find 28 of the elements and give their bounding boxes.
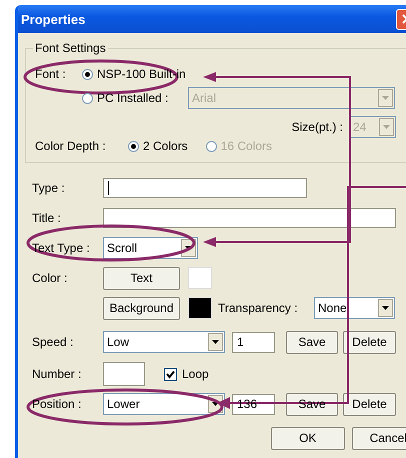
group-title: Font Settings bbox=[34, 41, 107, 55]
loop-checkbox[interactable]: Loop bbox=[164, 367, 209, 381]
text-type-label: Text Type : bbox=[32, 241, 91, 255]
position-label: Position : bbox=[32, 397, 82, 411]
color-label: Color : bbox=[32, 271, 68, 285]
text-type-dropdown[interactable]: Scroll bbox=[103, 237, 198, 259]
radio-option[interactable]: PC Installed : bbox=[82, 91, 188, 105]
size-label: Size(pt.) : bbox=[292, 120, 343, 134]
delete-button[interactable]: Delete bbox=[343, 392, 396, 416]
radio-option[interactable]: 2 Colors bbox=[128, 139, 188, 153]
color-button[interactable]: Text bbox=[103, 266, 180, 290]
delete-button[interactable]: Delete bbox=[343, 330, 396, 354]
transparency-dropdown[interactable]: None bbox=[314, 297, 395, 319]
speed-number-field[interactable]: 1 bbox=[232, 332, 275, 352]
title-label: Title : bbox=[32, 211, 62, 225]
cancel-button[interactable]: Cancel bbox=[352, 426, 406, 450]
font-label: Font : bbox=[35, 67, 67, 81]
position-dropdown[interactable]: Lower bbox=[103, 393, 225, 415]
save-button[interactable]: Save bbox=[286, 330, 338, 354]
speed-dropdown[interactable]: Low bbox=[103, 331, 225, 353]
speed-label: Speed : bbox=[32, 335, 74, 349]
window-title: Properties bbox=[21, 12, 86, 26]
number-label: Number : bbox=[32, 367, 82, 381]
color-button[interactable]: Background bbox=[103, 296, 180, 320]
ok-button[interactable]: OK bbox=[271, 426, 344, 450]
type-label: Type : bbox=[32, 181, 66, 195]
color-depth-label: Color Depth : bbox=[35, 139, 107, 153]
transparency-label: Transparency : bbox=[218, 301, 299, 315]
